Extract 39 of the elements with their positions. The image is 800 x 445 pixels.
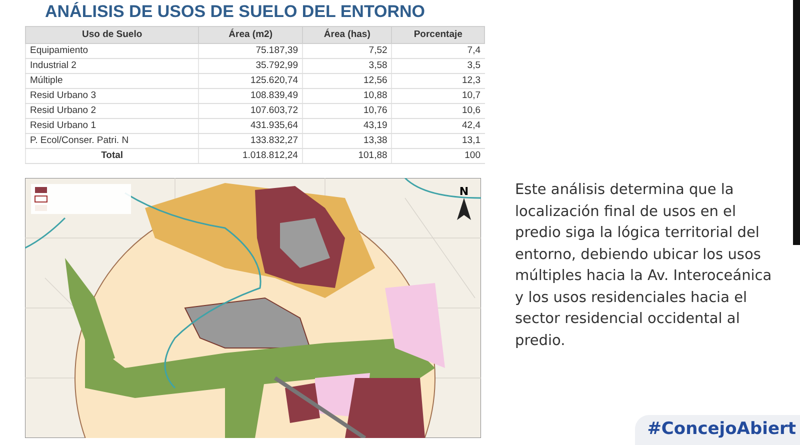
table-cell: 12,3 [392, 74, 484, 89]
table-cell: 100 [392, 148, 484, 164]
slide-title: ANÁLISIS DE USOS DE SUELO DEL ENTORNO [45, 2, 426, 22]
table-cell: 7,4 [392, 44, 484, 59]
table-cell: 35.792,99 [198, 58, 302, 74]
hashtag-banner: #ConcejoAbiert [635, 414, 800, 445]
table-cell: 133.832,27 [198, 134, 302, 149]
table-cell: Múltiple [26, 74, 199, 89]
table-cell: 10,88 [302, 88, 392, 104]
table-cell: 13,1 [392, 134, 484, 149]
table-cell: 101,88 [302, 148, 392, 164]
table-cell: 10,76 [302, 104, 392, 119]
table-cell: 43,19 [302, 118, 392, 134]
table-cell: 42,4 [392, 118, 484, 134]
table-cell: 13,38 [302, 134, 392, 149]
table-cell: Resid Urbano 3 [26, 88, 199, 104]
table-cell: 431.935,64 [198, 118, 302, 134]
table-cell: Resid Urbano 1 [26, 118, 199, 134]
table-cell: 7,52 [302, 44, 392, 59]
column-header: Área (m2) [198, 26, 302, 44]
table-cell: 108.839,49 [198, 88, 302, 104]
table-cell: 1.018.812,24 [198, 148, 302, 164]
table-cell: Equipamiento [26, 44, 199, 59]
table-cell: Industrial 2 [26, 58, 199, 74]
table-cell: 125.620,74 [198, 74, 302, 89]
table-cell: 12,56 [302, 74, 392, 89]
table-cell: 107.603,72 [198, 104, 302, 119]
table-cell: Resid Urbano 2 [26, 104, 199, 119]
column-header: Porcentaje [392, 26, 484, 44]
table-cell: 75.187,39 [198, 44, 302, 59]
table-cell: P. Ecol/Conser. Patri. N [26, 134, 199, 149]
table-cell: 10,7 [392, 88, 484, 104]
table-cell: Total [26, 148, 199, 164]
table-cell: 3,58 [302, 58, 392, 74]
column-header: Uso de Suelo [26, 26, 199, 44]
column-header: Área (has) [302, 26, 392, 44]
table-cell: 10,6 [392, 104, 484, 119]
description-paragraph: Este análisis determina que la localización final de usos en el predio siga la lógica territorial del entorno, debiendo ubicar los usos múltiples hacia la Av. Interoceánica y los usos residenciales hacia el sector residencial occidental al predio. [515, 181, 773, 350]
table-cell: 3,5 [392, 58, 484, 74]
